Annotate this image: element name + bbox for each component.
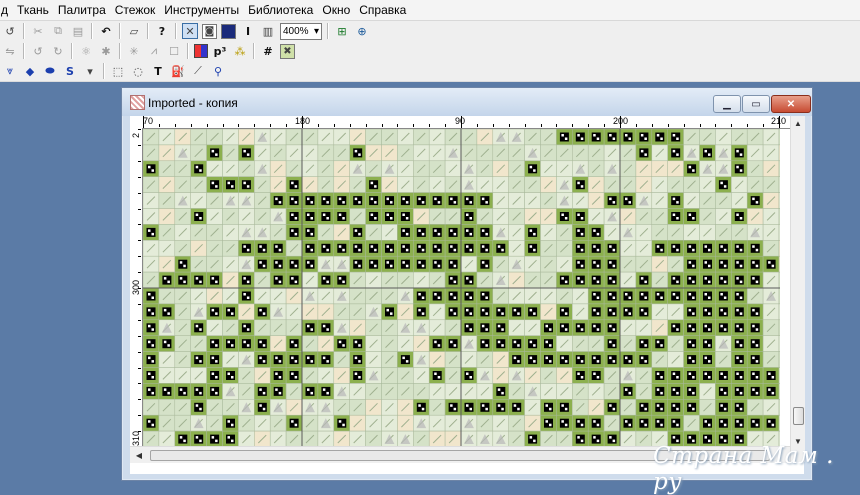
square-icon[interactable] [221, 23, 236, 39]
pattern-grid[interactable] [143, 129, 780, 446]
grid-pattern-icon[interactable]: ⁂ [232, 43, 248, 59]
chevron-down-icon: ▾ [313, 25, 319, 37]
zoom-search-icon[interactable]: ⊕ [354, 23, 370, 39]
cross-icon[interactable]: ✱ [98, 43, 114, 59]
chevron-down-icon[interactable]: ▾ [82, 63, 98, 79]
pattern-canvas [143, 129, 780, 446]
undo-icon[interactable]: ↺ [2, 23, 18, 39]
box-icon[interactable]: ☐ [166, 43, 182, 59]
pattern-file-icon [130, 95, 145, 110]
scroll-thumb[interactable] [793, 407, 804, 425]
fill-icon[interactable]: ◙ [202, 23, 217, 39]
select-x-icon[interactable]: ✕ [182, 23, 198, 39]
paste-icon[interactable]: ▤ [70, 23, 86, 39]
vertical-ruler: 2 300 310 [130, 128, 143, 446]
menu-item[interactable]: Окно [318, 0, 355, 20]
cross-x-icon[interactable]: ✖ [280, 43, 295, 59]
ruler-y-label: 310 [131, 430, 141, 446]
stitch-icon[interactable]: ⚛ [78, 43, 94, 59]
text-t-icon[interactable]: T [150, 63, 166, 79]
toolbar-row-1: ↺ ✂ ⧉ ▤ ↶ ▱ ? ✕ ◙ I ▥ 400% ▾ ⊞ ⊕ [0, 21, 860, 42]
open-icon[interactable]: ▱ [126, 23, 142, 39]
window-title: Imported - копия [148, 96, 238, 110]
scroll-up-icon[interactable]: ▲ [791, 116, 805, 130]
backstitch-icon[interactable]: ⩘ [146, 43, 162, 59]
help-icon[interactable]: ? [154, 23, 170, 39]
maximize-icon: ▭ [751, 98, 761, 110]
text-i-icon[interactable]: I [240, 23, 256, 39]
minimize-icon: ▁ [723, 98, 731, 110]
rotate-right-icon[interactable]: ↻ [50, 43, 66, 59]
menu-item[interactable]: д [0, 0, 13, 20]
menu-item[interactable]: Стежок [111, 0, 161, 20]
menu-item[interactable]: Инструменты [160, 0, 244, 20]
menu-item[interactable]: Библиотека [244, 0, 318, 20]
diamond-icon[interactable]: ◆ [22, 63, 38, 79]
eyedropper-icon[interactable]: ⟋ [190, 63, 206, 79]
superscript-icon[interactable]: p³ [212, 43, 228, 59]
magnifier-icon[interactable]: ⚲ [210, 63, 226, 79]
cut-icon[interactable]: ✂ [30, 23, 46, 39]
half-cross-icon[interactable]: ✳ [126, 43, 142, 59]
horizontal-ruler: 70 180 90 200 210 [142, 116, 790, 129]
zoom-value: 400% [283, 25, 309, 37]
window-titlebar[interactable]: Imported - копия ▁ ▭ ✕ [122, 88, 812, 116]
pattern-client: 70 180 90 200 210 2 300 310 ▲ ▼ ◀ [130, 116, 805, 474]
watermark: Страна Мам . ру [653, 443, 834, 495]
close-button[interactable]: ✕ [771, 95, 811, 113]
close-icon: ✕ [786, 98, 796, 110]
lasso-icon[interactable]: ◌ [130, 63, 146, 79]
ellipse-icon[interactable]: ⬬ [42, 63, 58, 79]
menu-item[interactable]: Справка [355, 0, 411, 20]
copy-icon[interactable]: ⧉ [50, 23, 66, 39]
ruler-x-label: 90 [455, 116, 466, 126]
menu-item[interactable]: Ткань [13, 0, 54, 20]
toolbar-row-3: ⩔ ◆ ⬬ S ▾ ⬚ ◌ T ⛽ ⟋ ⚲ [0, 61, 860, 82]
zoom-fit-icon[interactable]: ⊞ [334, 23, 350, 39]
rect-select-icon[interactable]: ⬚ [110, 63, 126, 79]
hash-icon[interactable]: # [260, 43, 276, 59]
fill-bucket-icon[interactable]: ⛽ [170, 63, 186, 79]
palette-icon[interactable] [194, 44, 208, 58]
scroll-left-icon[interactable]: ◀ [132, 448, 146, 462]
mirror-icon[interactable]: ⇋ [2, 43, 18, 59]
redo-icon[interactable]: ↶ [98, 23, 114, 39]
stitch-down-icon[interactable]: ⩔ [2, 63, 18, 79]
zoom-select[interactable]: 400% ▾ [280, 22, 322, 40]
vertical-scrollbar[interactable]: ▲ ▼ [790, 116, 805, 462]
book-icon[interactable]: ▥ [260, 23, 276, 39]
maximize-button[interactable]: ▭ [742, 95, 770, 113]
menu-bar: д Ткань Палитра Стежок Инструменты Библиотека… [0, 0, 860, 21]
s-tool-icon[interactable]: S [62, 63, 78, 79]
ruler-y-label: 2 [131, 132, 141, 138]
toolbar-row-2: ⇋ ↺ ↻ ⚛ ✱ ✳ ⩘ ☐ p³ ⁂ # ✖ [0, 41, 860, 62]
ruler-x-label: 70 [143, 116, 154, 126]
minimize-button[interactable]: ▁ [713, 95, 741, 113]
menu-item[interactable]: Палитра [54, 0, 111, 20]
rotate-left-icon[interactable]: ↺ [30, 43, 46, 59]
pattern-window: Imported - копия ▁ ▭ ✕ 70 180 90 200 210… [121, 87, 813, 481]
